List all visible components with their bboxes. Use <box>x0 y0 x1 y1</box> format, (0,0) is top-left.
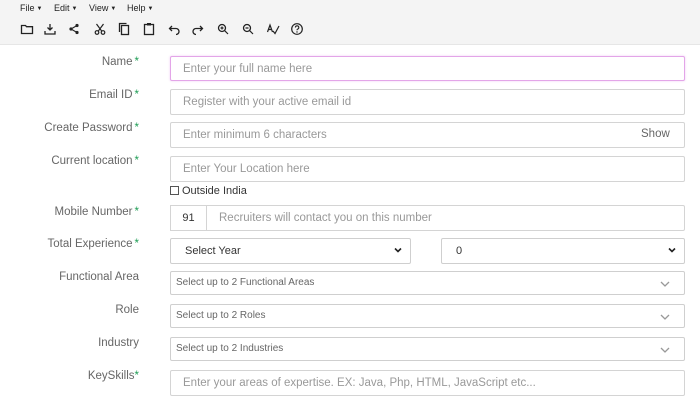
mobile-label: Mobile Number * <box>54 206 139 218</box>
caret-down-icon: ▼ <box>110 6 117 12</box>
folder-icon[interactable] <box>20 22 34 36</box>
experience-label: Total Experience * <box>47 238 139 250</box>
name-label: Name * <box>101 56 139 68</box>
email-input[interactable] <box>170 89 685 115</box>
menu-help[interactable]: Help ▼ <box>127 3 153 13</box>
menu-file[interactable]: File ▼ <box>20 3 42 13</box>
role-select[interactable]: Select up to 2 Roles <box>170 304 685 328</box>
zoom-out-icon[interactable] <box>241 22 255 36</box>
location-input[interactable] <box>170 156 685 182</box>
chevron-down-icon <box>660 314 670 320</box>
outside-india-checkbox[interactable] <box>170 186 179 195</box>
help-icon[interactable] <box>290 22 304 36</box>
zoom-in-icon[interactable] <box>216 22 230 36</box>
spellcheck-icon[interactable] <box>266 22 280 36</box>
name-input[interactable] <box>170 56 685 81</box>
location-label: Current location * <box>51 155 139 167</box>
keyskills-input[interactable] <box>170 370 685 396</box>
keyskills-label: KeySkills* <box>87 370 139 382</box>
cut-icon[interactable] <box>93 22 107 36</box>
menu-edit[interactable]: Edit ▼ <box>54 3 77 13</box>
caret-down-icon: ▼ <box>71 6 78 12</box>
email-label: Email ID * <box>89 89 139 101</box>
show-password-toggle[interactable]: Show <box>641 128 670 140</box>
paste-icon[interactable] <box>142 22 156 36</box>
country-code[interactable]: 91 <box>170 205 206 231</box>
functional-area-label: Functional Area <box>59 271 139 283</box>
outside-india-label: Outside India <box>182 185 247 197</box>
experience-year-value: Select Year <box>185 245 241 257</box>
functional-area-placeholder: Select up to 2 Functional Areas <box>176 277 315 288</box>
experience-month-value: 0 <box>456 245 463 257</box>
caret-down-icon: ▼ <box>147 6 154 12</box>
experience-month-select[interactable]: 0 <box>441 238 685 264</box>
role-placeholder: Select up to 2 Roles <box>176 310 266 321</box>
caret-down-icon: ▼ <box>36 6 43 12</box>
chevron-down-icon <box>394 247 402 253</box>
mobile-input[interactable] <box>206 205 685 231</box>
industry-placeholder: Select up to 2 Industries <box>176 343 284 354</box>
toolbar <box>0 16 700 45</box>
industry-label: Industry <box>98 337 139 349</box>
copy-icon[interactable] <box>117 22 131 36</box>
role-label: Role <box>115 304 139 316</box>
experience-year-select[interactable]: Select Year <box>170 238 411 264</box>
undo-icon[interactable] <box>167 22 181 36</box>
chevron-down-icon <box>660 347 670 353</box>
outside-india-checkbox-row[interactable]: Outside India <box>170 185 247 197</box>
redo-icon[interactable] <box>191 22 205 36</box>
chevron-down-icon <box>668 247 676 253</box>
functional-area-select[interactable]: Select up to 2 Functional Areas <box>170 271 685 295</box>
chevron-down-icon <box>660 281 670 287</box>
password-input[interactable] <box>170 122 685 148</box>
menu-view[interactable]: View ▼ <box>89 3 116 13</box>
download-icon[interactable] <box>43 22 57 36</box>
industry-select[interactable]: Select up to 2 Industries <box>170 337 685 361</box>
password-label: Create Password * <box>44 122 139 134</box>
share-icon[interactable] <box>67 22 81 36</box>
menu-bar: File ▼ Edit ▼ View ▼ Help ▼ <box>0 0 700 16</box>
